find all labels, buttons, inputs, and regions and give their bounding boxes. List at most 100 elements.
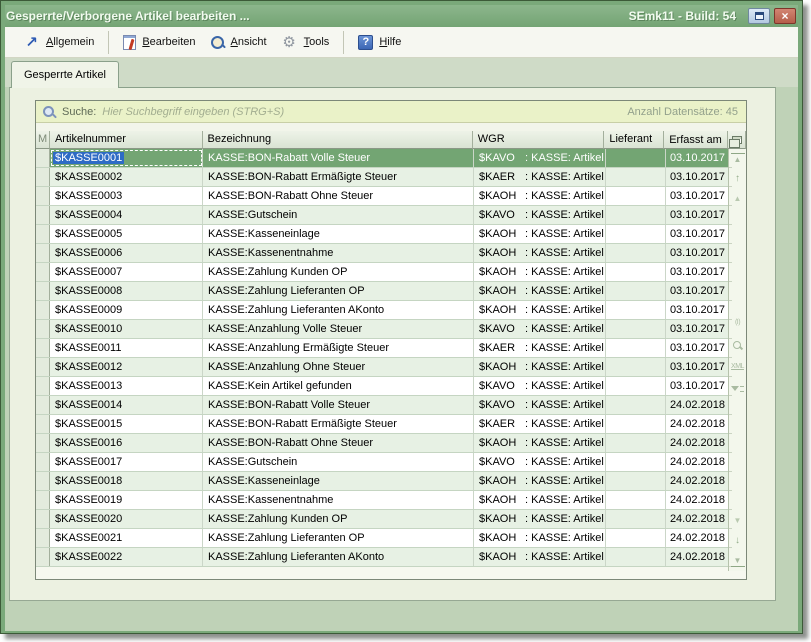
table-row[interactable]: $KASSE0020 KASSE:Zahlung Kunden OP $KAOH… [36,510,730,529]
artikelnummer-cell: $KASSE0020 [50,510,203,528]
column-header-bezeichnung[interactable]: Bezeichnung [203,131,473,149]
bezeichnung-cell: KASSE:Zahlung Lieferanten OP [203,529,474,547]
artikelnummer-cell: $KASSE0022 [50,548,203,566]
bezeichnung-cell: KASSE:Anzahlung Volle Steuer [203,320,474,338]
search-mini-icon[interactable] [731,339,745,351]
window-footer-area [5,601,798,631]
menu-item-icon [210,35,225,50]
tab-gesperrte-artikel[interactable]: Gesperrte Artikel [11,61,119,88]
row-marker-cell [36,187,50,205]
arrow-up-icon[interactable]: ↑ [731,173,745,185]
bezeichnung-cell: KASSE:Kasseneinlage [203,225,474,243]
table-row[interactable]: $KASSE0016 KASSE:BON-Rabatt Ohne Steuer … [36,434,730,453]
table-row[interactable]: $KASSE0017 KASSE:Gutschein $KAVO: KASSE:… [36,453,730,472]
table-row[interactable]: $KASSE0005 KASSE:Kasseneinlage $KAOH: KA… [36,225,730,244]
wgr-cell: $KAVO: KASSE: Artikel V [474,320,606,338]
erfasst-am-cell: 24.02.2018 [666,472,730,490]
column-options-button[interactable] [728,131,746,149]
lieferant-cell [606,168,666,186]
triangle-up-icon[interactable]: ▲ [731,193,745,205]
artikelnummer-cell: $KASSE0012 [50,358,203,376]
window-title: Gesperrte/Verborgene Artikel bearbeiten … [6,9,629,23]
menu-item-label: Bearbeiten [142,36,195,48]
table-row[interactable]: $KASSE0004 KASSE:Gutschein $KAVO: KASSE:… [36,206,730,225]
menu-item-label: Allgemein [46,36,94,48]
menu-item-hilfe[interactable]: Hilfe [352,32,409,53]
bezeichnung-cell: KASSE:Anzahlung Ohne Steuer [203,358,474,376]
xml-icon[interactable]: XML [731,361,745,373]
column-header-erfasst-am[interactable]: Erfasst am [664,131,728,149]
lieferant-cell [606,510,666,528]
table-row[interactable]: $KASSE0011 KASSE:Anzahlung Ermäßigte Ste… [36,339,730,358]
table-row[interactable]: $KASSE0007 KASSE:Zahlung Kunden OP $KAOH… [36,263,730,282]
lieferant-cell [606,339,666,357]
bezeichnung-cell: KASSE:BON-Rabatt Ohne Steuer [203,187,474,205]
artikelnummer-cell: $KASSE0001 [50,149,203,167]
lieferant-cell [606,206,666,224]
menu-item-allgemein[interactable]: Allgemein [17,31,109,54]
filter-icon[interactable] [731,383,745,395]
table-row[interactable]: $KASSE0002 KASSE:BON-Rabatt Ermäßigte St… [36,168,730,187]
tab-strip: Gesperrte Artikel [5,58,798,87]
lieferant-cell [606,377,666,395]
artikelnummer-cell: $KASSE0006 [50,244,203,262]
wgr-cell: $KAOH: KASSE: Artikel O [474,548,606,566]
table-row[interactable]: $KASSE0022 KASSE:Zahlung Lieferanten AKo… [36,548,730,567]
scroll-bottom-icon[interactable]: ▼ [731,555,745,567]
menu-item-ansicht[interactable]: Ansicht [204,32,275,53]
wgr-cell: $KAVO: KASSE: Artikel V [474,149,606,167]
row-marker-cell [36,282,50,300]
menu-item-tools[interactable]: Tools [275,31,345,54]
menu-item-bearbeiten[interactable]: Bearbeiten [117,32,203,53]
close-icon: × [781,10,788,22]
table-row[interactable]: $KASSE0018 KASSE:Kasseneinlage $KAOH: KA… [36,472,730,491]
erfasst-am-cell: 03.10.2017 [666,282,730,300]
table-row[interactable]: $KASSE0015 KASSE:BON-Rabatt Ermäßigte St… [36,415,730,434]
artikelnummer-cell: $KASSE0003 [50,187,203,205]
wgr-cell: $KAOH: KASSE: Artikel O [474,358,606,376]
menu-item-icon [123,35,136,50]
resize-icon[interactable]: (I) [731,317,745,329]
table-row[interactable]: $KASSE0013 KASSE:Kein Artikel gefunden $… [36,377,730,396]
search-input[interactable] [102,106,621,118]
lieferant-cell [606,396,666,414]
table-row[interactable]: $KASSE0021 KASSE:Zahlung Lieferanten OP … [36,529,730,548]
restore-button[interactable] [748,8,770,24]
column-header-wgr[interactable]: WGR [473,131,605,149]
table-row[interactable]: $KASSE0019 KASSE:Kassenentnahme $KAOH: K… [36,491,730,510]
bezeichnung-cell: KASSE:Zahlung Kunden OP [203,263,474,281]
row-marker-cell [36,225,50,243]
wgr-cell: $KAOH: KASSE: Artikel O [474,263,606,281]
column-header-lieferant[interactable]: Lieferant [604,131,664,149]
wgr-cell: $KAOH: KASSE: Artikel O [474,472,606,490]
artikelnummer-cell: $KASSE0018 [50,472,203,490]
table-row[interactable]: $KASSE0008 KASSE:Zahlung Lieferanten OP … [36,282,730,301]
row-marker-cell [36,491,50,509]
lieferant-cell [606,320,666,338]
column-header-artikelnummer[interactable]: Artikelnummer [50,131,203,149]
grid-block: Suche: Anzahl Datensätze: 45 M Artikelnu… [35,100,747,580]
lieferant-cell [606,491,666,509]
table-row[interactable]: $KASSE0006 KASSE:Kassenentnahme $KAOH: K… [36,244,730,263]
titlebar[interactable]: Gesperrte/Verborgene Artikel bearbeiten … [5,5,798,27]
table-row[interactable]: $KASSE0010 KASSE:Anzahlung Volle Steuer … [36,320,730,339]
erfasst-am-cell: 24.02.2018 [666,453,730,471]
close-button[interactable]: × [774,8,796,24]
scroll-top-icon[interactable]: ▲ [731,153,745,165]
row-marker-cell [36,206,50,224]
bezeichnung-cell: KASSE:Anzahlung Ermäßigte Steuer [203,339,474,357]
table-row[interactable]: $KASSE0001 KASSE:BON-Rabatt Volle Steuer… [36,149,730,168]
table-row[interactable]: $KASSE0014 KASSE:BON-Rabatt Volle Steuer… [36,396,730,415]
artikelnummer-cell: $KASSE0017 [50,453,203,471]
table-row[interactable]: $KASSE0009 KASSE:Zahlung Lieferanten AKo… [36,301,730,320]
lieferant-cell [606,453,666,471]
table-row[interactable]: $KASSE0012 KASSE:Anzahlung Ohne Steuer $… [36,358,730,377]
triangle-down-icon[interactable]: ▼ [731,515,745,527]
table-row[interactable]: $KASSE0003 KASSE:BON-Rabatt Ohne Steuer … [36,187,730,206]
arrow-down-icon[interactable]: ↓ [731,535,745,547]
bezeichnung-cell: KASSE:Zahlung Lieferanten AKonto [203,548,474,566]
wgr-cell: $KAOH: KASSE: Artikel O [474,244,606,262]
column-header-m[interactable]: M [36,131,50,149]
erfasst-am-cell: 24.02.2018 [666,396,730,414]
erfasst-am-cell: 03.10.2017 [666,168,730,186]
